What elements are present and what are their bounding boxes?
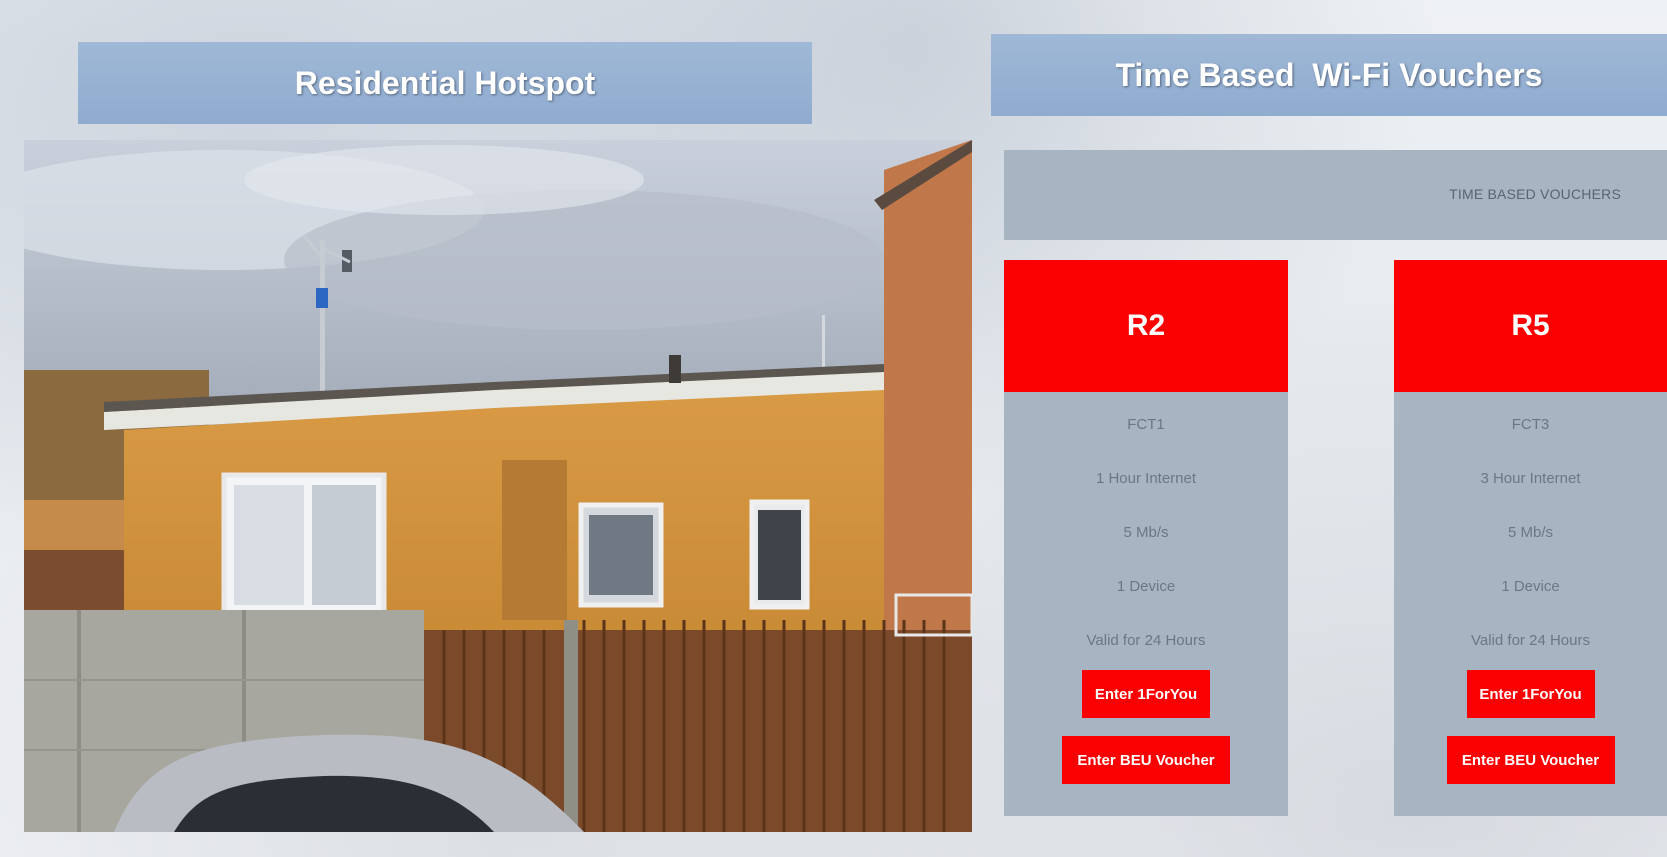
hotspot-house-photo (24, 140, 972, 832)
enter-1foryou-button[interactable]: Enter 1ForYou (1082, 670, 1210, 718)
voucher-duration: 3 Hour Internet (1480, 470, 1581, 487)
voucher-features: FCT1 1 Hour Internet 5 Mb/s 1 Device Val… (1004, 392, 1288, 668)
voucher-card-r2: R2 FCT1 1 Hour Internet 5 Mb/s 1 Device … (1004, 260, 1288, 816)
voucher-speed: 5 Mb/s (1123, 524, 1169, 541)
voucher-speed: 5 Mb/s (1507, 524, 1553, 541)
voucher-features: FCT3 3 Hour Internet 5 Mb/s 1 Device Val… (1394, 392, 1667, 668)
voucher-devices: 1 Device (1116, 578, 1176, 595)
time-based-vouchers-header: TIME BASED VOUCHERS (1004, 150, 1667, 240)
residential-hotspot-title: Residential Hotspot (294, 64, 596, 101)
enter-1foryou-button[interactable]: Enter 1ForYou (1466, 670, 1595, 718)
voucher-code: FCT3 (1511, 416, 1550, 433)
enter-beu-voucher-button[interactable]: Enter BEU Voucher (1062, 736, 1230, 784)
voucher-price: R5 (1394, 260, 1667, 392)
voucher-code: FCT1 (1127, 416, 1165, 433)
enter-beu-voucher-button[interactable]: Enter BEU Voucher (1446, 736, 1615, 784)
voucher-devices: 1 Device (1501, 578, 1560, 595)
residential-hotspot-banner: Residential Hotspot (78, 42, 812, 124)
vouchers-title: Time Based Wi-Fi Vouchers (1115, 56, 1543, 93)
voucher-card-r5: R5 FCT3 3 Hour Internet 5 Mb/s 1 Device … (1394, 260, 1667, 816)
voucher-validity: Valid for 24 Hours (1471, 632, 1590, 649)
voucher-validity: Valid for 24 Hours (1086, 632, 1206, 649)
voucher-price: R2 (1004, 260, 1288, 392)
vouchers-banner: Time Based Wi-Fi Vouchers (991, 34, 1667, 116)
time-based-vouchers-label: TIME BASED VOUCHERS (1449, 186, 1621, 202)
voucher-duration: 1 Hour Internet (1095, 470, 1197, 487)
